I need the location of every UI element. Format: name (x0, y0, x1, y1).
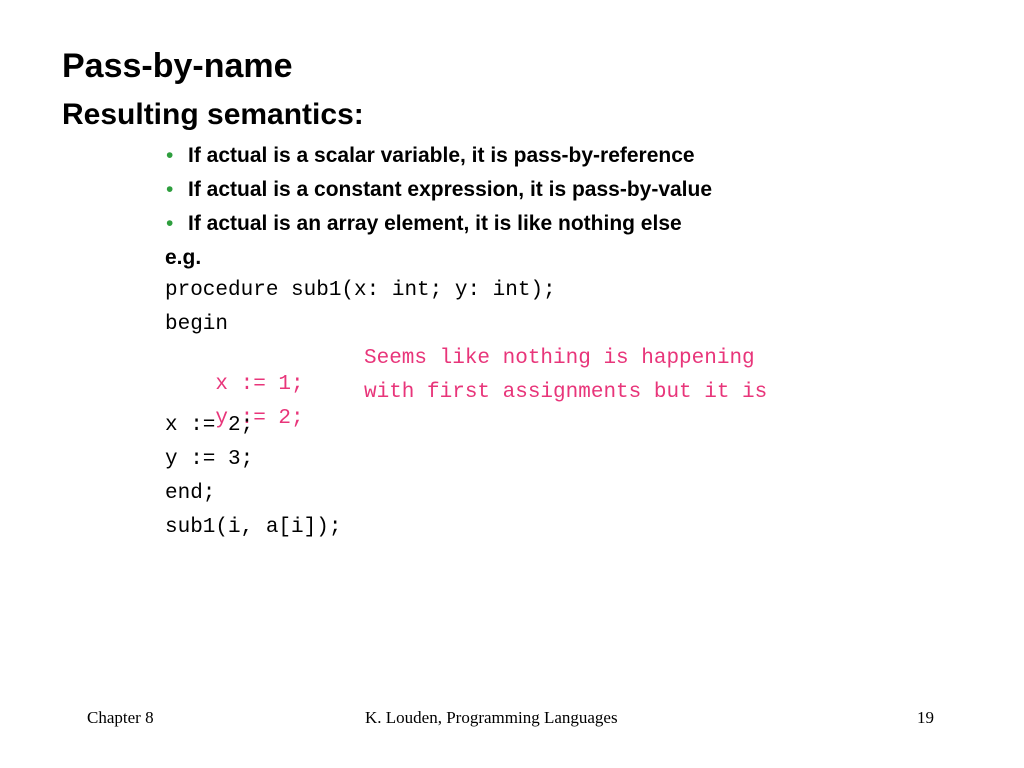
footer-chapter: Chapter 8 (87, 708, 154, 727)
footer-page-number: 19 (917, 708, 934, 727)
bullet-dot-icon: • (166, 144, 174, 167)
bullet-text: If actual is a scalar variable, it is pa… (188, 144, 695, 167)
code-line-procedure: procedure sub1(x: int; y: int); (165, 279, 556, 302)
code-comment: Seems like nothing is happening (364, 347, 755, 370)
bullet-item-1: • If actual is a scalar variable, it is p… (166, 143, 695, 169)
code-line-assign-y3: y := 3; (165, 448, 254, 471)
bullet-text: If actual is an array element, it is lik… (188, 212, 682, 235)
bullet-item-2: • If actual is a constant expression, it … (166, 177, 712, 203)
code-line-end: end; (165, 482, 216, 505)
slide-subtitle: Resulting semantics: (62, 98, 364, 131)
code-comment: with first assignments but it is (364, 381, 768, 404)
slide: Pass-by-name Resulting semantics: • If ac… (0, 0, 1024, 768)
slide-title: Pass-by-name (62, 47, 293, 85)
code-line-assign-x2: x := 2; (165, 414, 254, 437)
bullet-dot-icon: • (166, 212, 174, 235)
code-line-call: sub1(i, a[i]); (165, 516, 342, 539)
bullet-item-3: • If actual is an array element, it is li… (166, 211, 682, 237)
footer-course: K. Louden, Programming Languages (365, 708, 618, 727)
code-line-begin: begin (165, 313, 229, 336)
bullet-text: If actual is a constant expression, it i… (188, 178, 713, 201)
example-label: e.g. (165, 246, 202, 269)
bullet-dot-icon: • (166, 178, 174, 201)
